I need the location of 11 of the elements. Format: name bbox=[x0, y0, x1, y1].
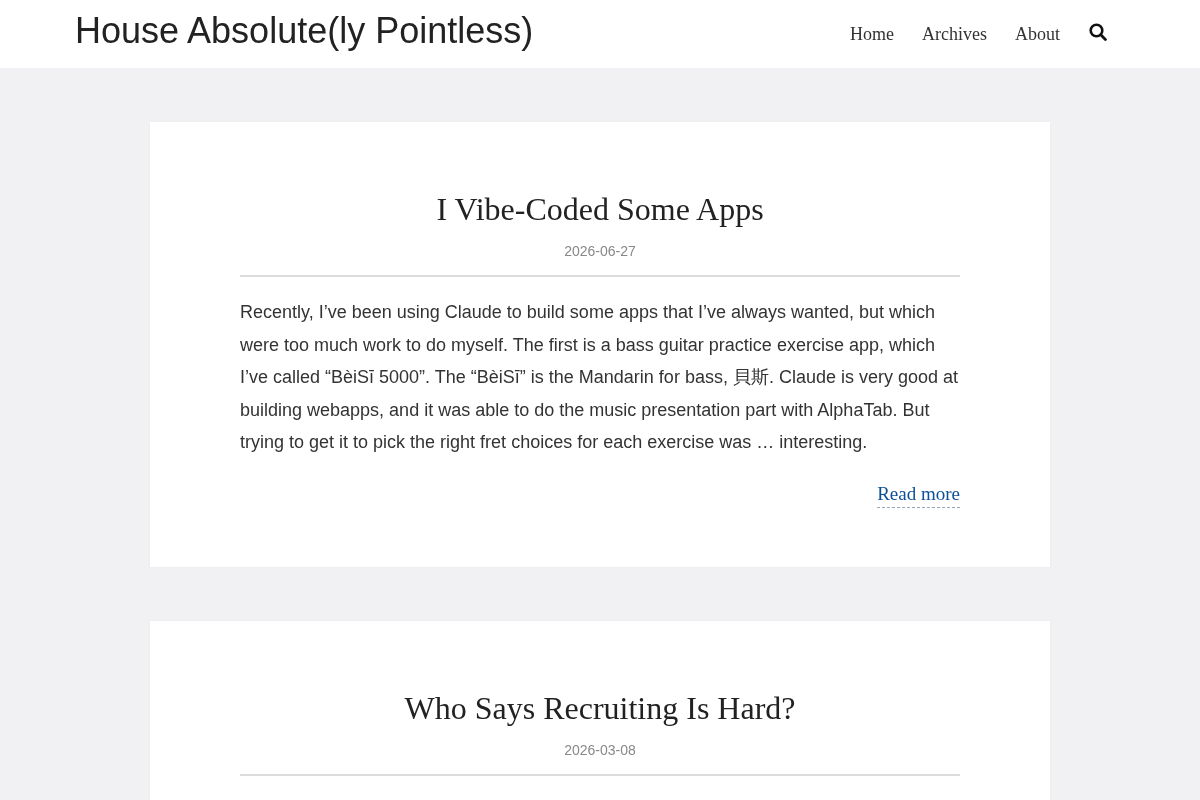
post-date: 2026-03-08 bbox=[564, 740, 636, 760]
nav-link[interactable]: Home bbox=[850, 22, 894, 46]
site-title[interactable]: House Absolute(ly Pointless) bbox=[75, 9, 534, 53]
read-more-link[interactable]: Read more bbox=[877, 480, 960, 508]
search-icon[interactable] bbox=[1089, 23, 1107, 41]
post-date: 2026-06-27 bbox=[564, 242, 636, 261]
post-title[interactable]: Who Says Recruiting Is Hard? bbox=[404, 687, 796, 728]
post-title[interactable]: I Vibe-Coded Some Apps bbox=[436, 189, 764, 229]
nav-link[interactable]: About bbox=[1015, 22, 1060, 46]
post-excerpt: Recently, I’ve been using Claude to build some apps that I’ve always wanted, but which were too much work to do myself. The first is a bass guitar practice exercise app, which I’ve called “BèiSī 5000”. The “BèiSī” is the Mandarin for bass, 貝斯. Claude is very good at building webapps, and it was able to do the music presentation part with AlphaTab. But trying to get it to pick the right fret choices for each exercise was … interesting. bbox=[240, 301, 959, 454]
nav-link[interactable]: Archives bbox=[922, 22, 987, 46]
